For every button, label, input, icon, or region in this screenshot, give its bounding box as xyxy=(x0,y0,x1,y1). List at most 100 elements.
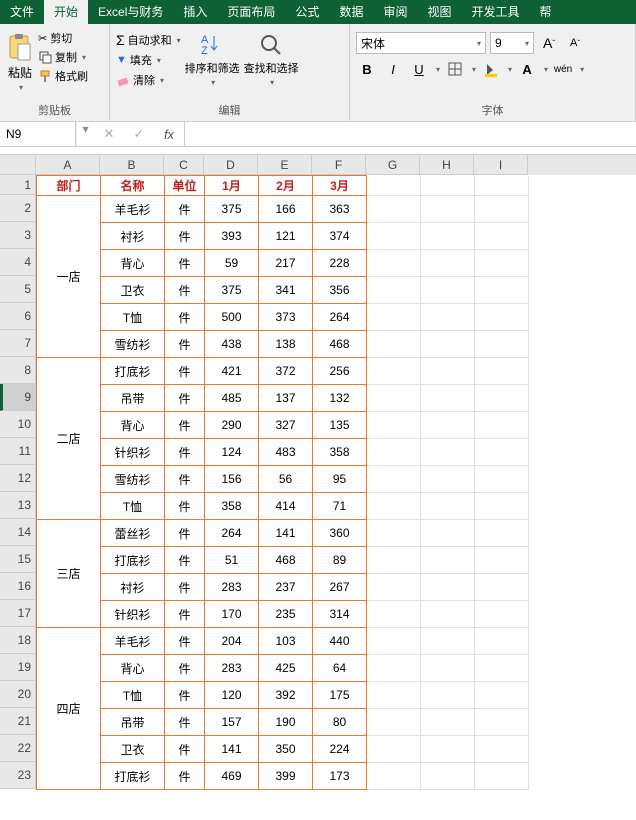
cell[interactable] xyxy=(421,196,475,223)
menu-item-7[interactable]: 审阅 xyxy=(373,0,417,24)
data-cell[interactable]: 358 xyxy=(313,439,367,466)
menu-item-0[interactable]: 文件 xyxy=(0,0,44,24)
cell[interactable] xyxy=(367,176,421,196)
find-select-button[interactable]: 查找和选择 ▾ xyxy=(244,28,299,100)
col-head-F[interactable]: F xyxy=(312,155,366,175)
data-cell[interactable]: 56 xyxy=(259,466,313,493)
data-cell[interactable]: 针织衫 xyxy=(101,601,165,628)
cell[interactable] xyxy=(367,709,421,736)
data-cell[interactable]: 204 xyxy=(205,628,259,655)
row-head-14[interactable]: 14 xyxy=(0,519,36,546)
data-cell[interactable]: 393 xyxy=(205,223,259,250)
data-cell[interactable]: 羊毛衫 xyxy=(101,628,165,655)
cell[interactable] xyxy=(475,736,529,763)
cell[interactable] xyxy=(367,466,421,493)
data-cell[interactable]: 360 xyxy=(313,520,367,547)
data-cell[interactable]: 95 xyxy=(313,466,367,493)
data-cell[interactable]: 373 xyxy=(259,304,313,331)
data-cell[interactable]: 件 xyxy=(165,655,205,682)
menu-item-9[interactable]: 开发工具 xyxy=(461,0,529,24)
menu-item-1[interactable]: 开始 xyxy=(44,0,88,24)
cell[interactable] xyxy=(475,412,529,439)
dept-cell[interactable]: 四店 xyxy=(37,628,101,790)
data-cell[interactable]: 71 xyxy=(313,493,367,520)
cell[interactable] xyxy=(367,412,421,439)
data-cell[interactable]: 421 xyxy=(205,358,259,385)
menu-item-4[interactable]: 页面布局 xyxy=(217,0,285,24)
data-cell[interactable]: 64 xyxy=(313,655,367,682)
data-cell[interactable]: 283 xyxy=(205,574,259,601)
data-cell[interactable]: 针织衫 xyxy=(101,439,165,466)
data-cell[interactable]: 375 xyxy=(205,196,259,223)
data-cell[interactable]: 89 xyxy=(313,547,367,574)
row-head-20[interactable]: 20 xyxy=(0,681,36,708)
data-cell[interactable]: 166 xyxy=(259,196,313,223)
data-cell[interactable]: 件 xyxy=(165,493,205,520)
data-cell[interactable]: 290 xyxy=(205,412,259,439)
dept-cell[interactable]: 二店 xyxy=(37,358,101,520)
row-head-3[interactable]: 3 xyxy=(0,222,36,249)
data-cell[interactable]: 372 xyxy=(259,358,313,385)
name-box-dropdown[interactable]: ▾ xyxy=(76,122,94,146)
cell[interactable] xyxy=(367,358,421,385)
data-cell[interactable]: 件 xyxy=(165,223,205,250)
row-head-11[interactable]: 11 xyxy=(0,438,36,465)
data-cell[interactable]: 399 xyxy=(259,763,313,790)
menu-item-2[interactable]: Excel与财务 xyxy=(88,0,173,24)
italic-button[interactable]: I xyxy=(382,58,404,80)
data-cell[interactable]: 264 xyxy=(205,520,259,547)
cells-area[interactable]: 部门名称单位1月2月3月一店羊毛衫件375166363衬衫件393121374背… xyxy=(36,175,529,790)
cell[interactable] xyxy=(421,682,475,709)
data-cell[interactable]: 500 xyxy=(205,304,259,331)
row-head-2[interactable]: 2 xyxy=(0,195,36,222)
cell[interactable] xyxy=(367,682,421,709)
data-cell[interactable]: 51 xyxy=(205,547,259,574)
data-cell[interactable]: 375 xyxy=(205,277,259,304)
data-cell[interactable]: 358 xyxy=(205,493,259,520)
cell[interactable] xyxy=(475,655,529,682)
data-cell[interactable]: 件 xyxy=(165,250,205,277)
header-cell[interactable]: 单位 xyxy=(165,176,205,196)
data-cell[interactable]: 121 xyxy=(259,223,313,250)
data-cell[interactable]: 469 xyxy=(205,763,259,790)
cell[interactable] xyxy=(475,628,529,655)
data-cell[interactable]: T恤 xyxy=(101,493,165,520)
cell[interactable] xyxy=(475,358,529,385)
data-cell[interactable]: 卫衣 xyxy=(101,736,165,763)
data-cell[interactable]: 438 xyxy=(205,331,259,358)
cell[interactable] xyxy=(421,520,475,547)
data-cell[interactable]: 件 xyxy=(165,709,205,736)
cell[interactable] xyxy=(475,547,529,574)
phonetic-button[interactable]: wén xyxy=(552,58,574,80)
cell[interactable] xyxy=(475,223,529,250)
cell[interactable] xyxy=(421,331,475,358)
row-head-1[interactable]: 1 xyxy=(0,175,36,195)
data-cell[interactable]: 件 xyxy=(165,466,205,493)
data-cell[interactable]: 件 xyxy=(165,331,205,358)
data-cell[interactable]: 392 xyxy=(259,682,313,709)
header-cell[interactable]: 2月 xyxy=(259,176,313,196)
data-cell[interactable]: 235 xyxy=(259,601,313,628)
menu-item-6[interactable]: 数据 xyxy=(329,0,373,24)
cell[interactable] xyxy=(475,601,529,628)
row-head-9[interactable]: 9 xyxy=(0,384,36,411)
cell[interactable] xyxy=(367,547,421,574)
format-painter-button[interactable]: 格式刷 xyxy=(38,68,88,84)
accept-formula-button[interactable]: ✓ xyxy=(124,126,154,142)
data-cell[interactable]: 483 xyxy=(259,439,313,466)
cell[interactable] xyxy=(475,331,529,358)
row-head-18[interactable]: 18 xyxy=(0,627,36,654)
data-cell[interactable]: 132 xyxy=(313,385,367,412)
data-cell[interactable]: 374 xyxy=(313,223,367,250)
data-cell[interactable]: 170 xyxy=(205,601,259,628)
cell[interactable] xyxy=(421,628,475,655)
data-cell[interactable]: 124 xyxy=(205,439,259,466)
increase-font-button[interactable]: Aˆ xyxy=(538,32,560,54)
data-cell[interactable]: 雪纺衫 xyxy=(101,331,165,358)
data-cell[interactable]: 件 xyxy=(165,601,205,628)
data-cell[interactable]: T恤 xyxy=(101,682,165,709)
cell[interactable] xyxy=(367,196,421,223)
data-cell[interactable]: 157 xyxy=(205,709,259,736)
data-cell[interactable]: 425 xyxy=(259,655,313,682)
data-cell[interactable]: 135 xyxy=(313,412,367,439)
